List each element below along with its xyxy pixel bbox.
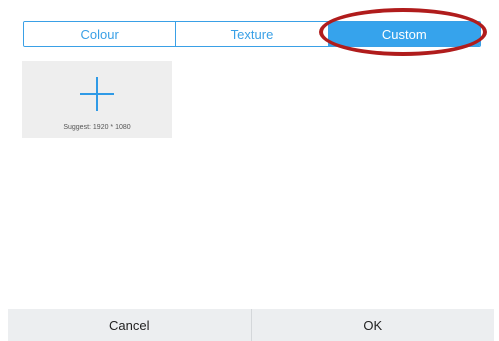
tab-texture[interactable]: Texture (175, 22, 328, 46)
tab-custom[interactable]: Custom (327, 22, 480, 46)
tab-colour[interactable]: Colour (24, 22, 176, 46)
ok-button[interactable]: OK (250, 309, 495, 341)
dialog-action-bar: Cancel OK (8, 309, 494, 341)
add-custom-image-tile[interactable]: Suggest: 1920 * 1080 (22, 61, 172, 138)
background-type-tabs: Colour Texture Custom (23, 21, 481, 47)
cancel-button[interactable]: Cancel (8, 309, 251, 341)
suggested-resolution: Suggest: 1920 * 1080 (63, 124, 131, 131)
plus-icon (80, 77, 114, 111)
